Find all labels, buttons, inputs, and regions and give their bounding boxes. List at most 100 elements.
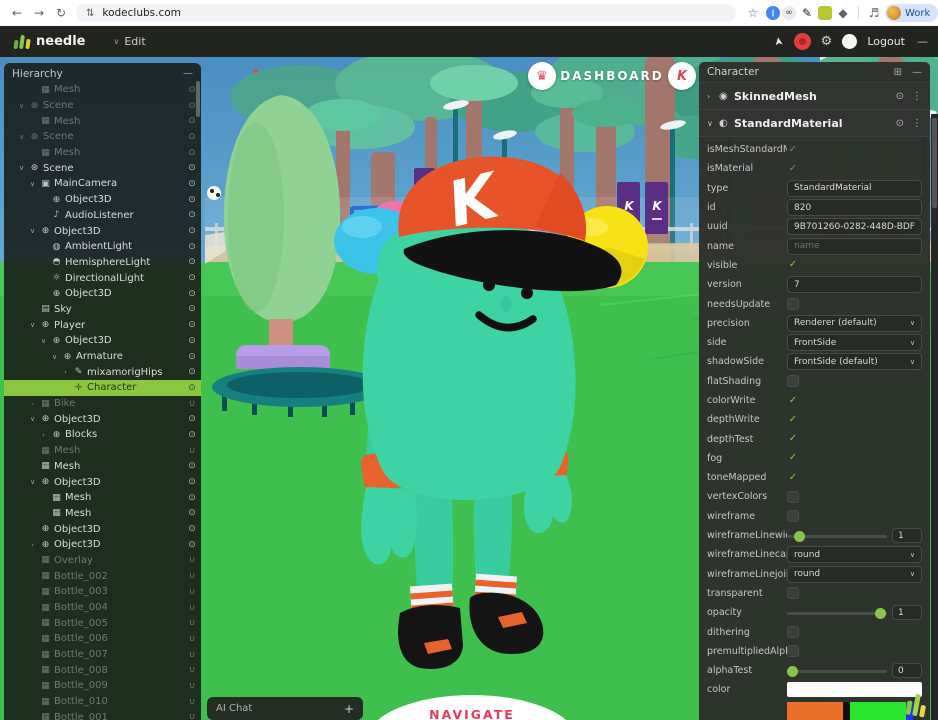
user-avatar[interactable]: [842, 34, 857, 49]
eye-open-icon[interactable]: ⊙: [183, 132, 201, 142]
input-version[interactable]: 7: [787, 276, 922, 293]
ai-chat-panel[interactable]: AI Chat +: [207, 697, 363, 720]
back-icon[interactable]: ←: [6, 6, 28, 20]
checkbox-premultipliedAlpha[interactable]: [787, 645, 799, 657]
eye-open-icon[interactable]: ⊙: [183, 163, 201, 173]
slider-value-wireframeLinewidth[interactable]: 1: [892, 528, 922, 543]
select-wireframeLinejoin[interactable]: round∨: [787, 566, 922, 583]
checkbox-colorWrite[interactable]: ✓: [787, 395, 799, 407]
forward-icon[interactable]: →: [28, 6, 50, 20]
hierarchy-item-Bottle_003[interactable]: ▦Bottle_003∪: [4, 584, 201, 600]
checkbox-needsUpdate[interactable]: [787, 298, 799, 310]
hierarchy-item-DirectionalLight[interactable]: ☼DirectionalLight⊙: [4, 270, 201, 286]
input-uuid[interactable]: 9B701260-0282-448D-BDFB-CE1326: [787, 218, 922, 235]
hierarchy-item-Mesh[interactable]: ▦Mesh⊙: [4, 459, 201, 475]
eye-open-icon[interactable]: ⊙: [896, 91, 904, 102]
eye-closed-icon[interactable]: ∪: [183, 587, 201, 597]
hierarchy-item-Bottle_002[interactable]: ▦Bottle_002∪: [4, 568, 201, 584]
slider-handle[interactable]: [875, 608, 886, 619]
eye-open-icon[interactable]: ⊙: [183, 226, 201, 236]
checkbox-dithering[interactable]: [787, 626, 799, 638]
eye-open-icon[interactable]: ⊙: [183, 242, 201, 252]
eye-open-icon[interactable]: ⊙: [183, 508, 201, 518]
eye-closed-icon[interactable]: ∪: [183, 399, 201, 409]
checkbox-fog[interactable]: ✓: [787, 452, 799, 464]
chevron-down-icon[interactable]: ∨: [707, 119, 719, 128]
select-shadowSide[interactable]: FrontSide (default)∨: [787, 353, 922, 370]
component-skinnedmesh[interactable]: › ◉ SkinnedMesh ⊙ ⋮: [699, 82, 930, 109]
kebab-menu-icon[interactable]: ⋮: [912, 118, 922, 129]
chevron-down-icon[interactable]: ∨: [17, 164, 26, 172]
edit-menu[interactable]: ∨ Edit: [113, 35, 145, 48]
hierarchy-item-Bottle_001[interactable]: ▦Bottle_001∪: [4, 710, 201, 720]
hierarchy-item-Overlay[interactable]: ▦Overlay∪: [4, 553, 201, 569]
eye-open-icon[interactable]: ⊙: [183, 273, 201, 283]
slider-handle[interactable]: [787, 666, 798, 677]
eye-open-icon[interactable]: ⊙: [183, 524, 201, 534]
input-id[interactable]: 820: [787, 199, 922, 216]
slider-value-opacity[interactable]: 1: [892, 605, 922, 620]
scrollbar-thumb[interactable]: [932, 118, 937, 208]
eye-open-icon[interactable]: ⊙: [183, 179, 201, 189]
hierarchy-item-Bottle_009[interactable]: ▦Bottle_009∪: [4, 678, 201, 694]
toolbar-minimize-icon[interactable]: —: [917, 35, 928, 48]
hierarchy-item-Object3D[interactable]: ›⊕Object3D⊙: [4, 537, 201, 553]
eye-open-icon[interactable]: ⊙: [183, 461, 201, 471]
checkbox-transparent[interactable]: [787, 587, 799, 599]
hierarchy-item-Mesh[interactable]: ▦Mesh⊙: [4, 145, 201, 161]
chevron-right-icon[interactable]: ›: [28, 400, 37, 408]
checkbox-depthWrite[interactable]: ✓: [787, 414, 799, 426]
hierarchy-item-Armature[interactable]: ∨⊕Armature⊙: [4, 349, 201, 365]
hierarchy-item-Object3D[interactable]: ∨⊕Object3D⊙: [4, 411, 201, 427]
checkbox-isMeshStandardMat...[interactable]: ✓: [787, 144, 799, 156]
hierarchy-item-Scene[interactable]: ∨⊛Scene⊙: [4, 98, 201, 114]
pencil-extension-icon[interactable]: ✎: [798, 6, 816, 20]
chevron-down-icon[interactable]: ∨: [28, 415, 37, 423]
media-controls-icon[interactable]: ♬: [865, 6, 883, 20]
checkbox-vertexColors[interactable]: [787, 491, 799, 503]
logout-button[interactable]: Logout: [867, 35, 905, 48]
extensions-puzzle-icon[interactable]: ◆: [834, 6, 852, 20]
eye-open-icon[interactable]: ⊙: [183, 148, 201, 158]
slider-opacity[interactable]: [787, 607, 887, 619]
slider-value-alphaTest[interactable]: 0: [892, 663, 922, 678]
hierarchy-item-Mesh[interactable]: ▦Mesh∪: [4, 443, 201, 459]
url-bar[interactable]: ⇅ kodeclubs.com: [76, 4, 736, 22]
extension-green-icon[interactable]: [818, 6, 832, 20]
eye-open-icon[interactable]: ⊙: [183, 352, 201, 362]
page-scrollbar[interactable]: [931, 114, 938, 720]
checkbox-visible[interactable]: ✓: [787, 259, 799, 271]
hierarchy-item-Mesh[interactable]: ▦Mesh⊙: [4, 490, 201, 506]
eye-closed-icon[interactable]: ∪: [183, 571, 201, 581]
ai-chat-add-button[interactable]: +: [344, 702, 354, 716]
chevron-right-icon[interactable]: ›: [39, 431, 48, 439]
eye-closed-icon[interactable]: ∪: [183, 681, 201, 691]
checkbox-toneMapped[interactable]: ✓: [787, 472, 799, 484]
hierarchy-item-Scene[interactable]: ∨⊛Scene⊙: [4, 160, 201, 176]
eye-closed-icon[interactable]: ∪: [183, 618, 201, 628]
slider-alphaTest[interactable]: [787, 665, 887, 677]
select-wireframeLinecap[interactable]: round∨: [787, 546, 922, 563]
chevron-down-icon[interactable]: ∨: [28, 227, 37, 235]
kebab-menu-icon[interactable]: ⋮: [912, 91, 922, 102]
needle-logo-icon[interactable]: [14, 35, 30, 49]
color-swatch[interactable]: [787, 682, 922, 697]
slider-wireframeLinewidth[interactable]: [787, 530, 887, 542]
eye-closed-icon[interactable]: ∪: [183, 665, 201, 675]
eye-open-icon[interactable]: ⊙: [183, 304, 201, 314]
slider-handle[interactable]: [794, 531, 805, 542]
chevron-down-icon[interactable]: ∨: [17, 133, 26, 141]
bookmark-star-icon[interactable]: ☆: [742, 6, 764, 20]
eye-open-icon[interactable]: ⊙: [183, 289, 201, 299]
chevron-right-icon[interactable]: ›: [61, 368, 70, 376]
texture-tile-green[interactable]: K: [850, 702, 906, 720]
chevron-down-icon[interactable]: ∨: [17, 102, 26, 110]
hierarchy-item-Mesh[interactable]: ▦Mesh⊙: [4, 113, 201, 129]
checkbox-depthTest[interactable]: ✓: [787, 433, 799, 445]
inspector-minimize-icon[interactable]: —: [912, 67, 922, 78]
hierarchy-item-Bottle_008[interactable]: ▦Bottle_008∪: [4, 662, 201, 678]
hierarchy-item-AudioListener[interactable]: ♪AudioListener⊙: [4, 208, 201, 224]
hierarchy-item-Sky[interactable]: ▤Sky⊙: [4, 302, 201, 318]
extension-blue-icon[interactable]: ∥: [766, 6, 780, 20]
site-settings-icon[interactable]: ⇅: [86, 8, 94, 19]
